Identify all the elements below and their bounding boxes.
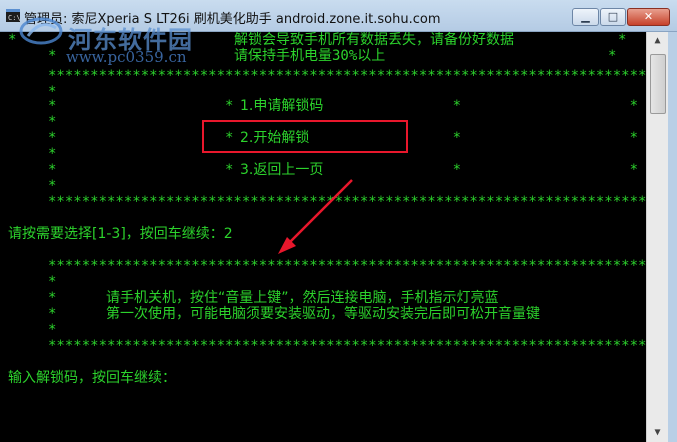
close-button[interactable]: ✕ xyxy=(627,8,670,26)
instructions-line-1: 请手机关机，按住“音量上键”，然后连接电脑，手机指示灯亮蓝 xyxy=(106,290,499,306)
maximize-button[interactable]: □ xyxy=(600,8,626,26)
highlight-annotation xyxy=(202,120,408,153)
warning-line-2: 请保持手机电量30%以上 xyxy=(234,48,386,64)
console-row: * * * * xyxy=(48,98,639,114)
scroll-thumb[interactable] xyxy=(650,54,666,114)
prompt-choice: 请按需要选择[1-3]，按回车继续：2 xyxy=(8,226,233,242)
console-row: * * xyxy=(48,274,646,290)
separator-line: ****************************************… xyxy=(48,258,646,274)
console-row: * xyxy=(608,48,617,64)
prompt-unlock: 输入解锁码，按回车继续： xyxy=(8,370,176,386)
console-row: * xyxy=(48,48,57,64)
vertical-scrollbar[interactable]: ▲ ▼ xyxy=(646,32,668,442)
minimize-button[interactable]: ▁ xyxy=(572,8,599,26)
watermark-url: www.pc0359.cn xyxy=(66,48,187,66)
red-arrow-annotation xyxy=(278,179,353,254)
console-row: * xyxy=(618,32,627,48)
separator-line: ****************************************… xyxy=(48,338,646,354)
instructions-line-2: 第一次使用，可能电脑须要安装驱动，等驱动安装完后即可松开音量键 xyxy=(106,306,540,322)
warning-line-1: 解锁会导致手机所有数据丢失，请备份好数据 xyxy=(234,32,514,48)
scroll-down-icon[interactable]: ▼ xyxy=(647,424,668,442)
scroll-up-icon[interactable]: ▲ xyxy=(647,32,668,50)
watermark-logo xyxy=(19,17,63,45)
menu-item-1: 1.申请解锁码 xyxy=(240,98,324,114)
separator-line: ****************************************… xyxy=(48,68,646,84)
window-frame-edge xyxy=(668,32,677,442)
console-row: * xyxy=(8,32,17,48)
console-window: C:\ 管理员: 索尼Xperia S LT26i 刷机美化助手 android… xyxy=(0,0,677,442)
console-row: * * xyxy=(48,322,646,338)
